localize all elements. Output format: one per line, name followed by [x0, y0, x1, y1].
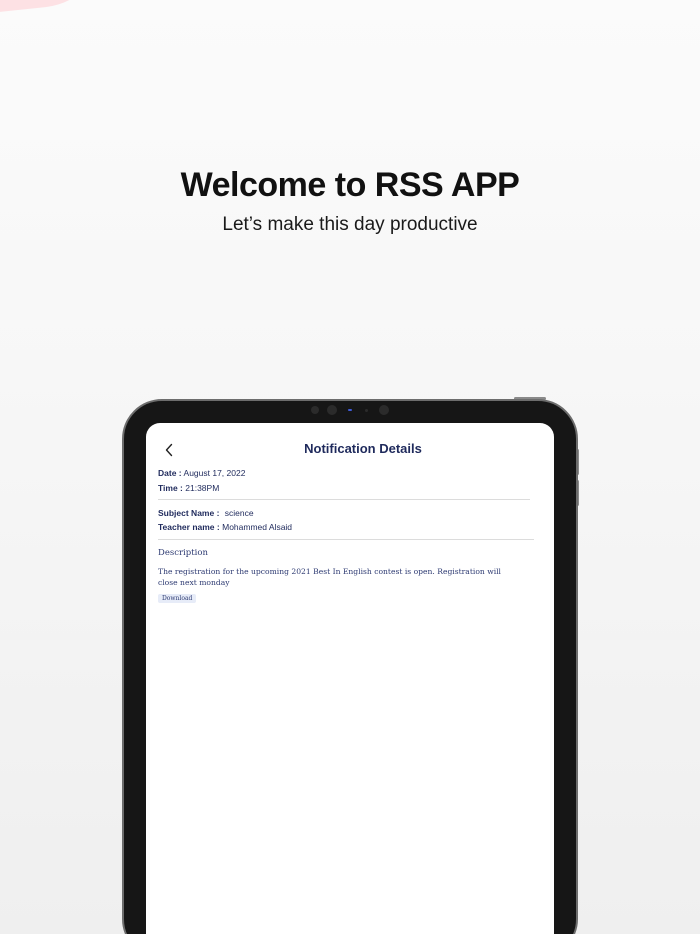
hero-title: Welcome to RSS APP	[180, 166, 520, 204]
time-row: Time : 21:38PM	[158, 483, 219, 493]
time-label: Time :	[158, 483, 183, 493]
time-value: 21:38PM	[185, 483, 220, 493]
sensor-dot	[311, 406, 319, 414]
divider	[158, 499, 530, 500]
teacher-value: Mohammed Alsaid	[222, 522, 293, 532]
corner-accent-shape	[0, 0, 114, 16]
sensor-dot	[365, 409, 368, 412]
description-text: The registration for the upcoming 2021 B…	[158, 567, 501, 587]
camera-icon	[327, 405, 337, 415]
screen-title: Notification Details	[304, 441, 422, 456]
sensor-light-indicator	[348, 409, 352, 411]
teacher-row: Teacher name : Mohammed Alsaid	[158, 522, 292, 532]
teacher-label: Teacher name :	[158, 522, 220, 532]
subject-value: science	[224, 508, 254, 518]
subject-row: Subject Name : science	[158, 508, 254, 518]
date-label: Date :	[158, 468, 182, 478]
hero-subtitle: Let’s make this day productive	[222, 214, 478, 235]
download-button[interactable]: Download	[158, 594, 197, 603]
date-row: Date : August 17, 2022	[158, 468, 245, 478]
description-label: Description	[158, 548, 208, 558]
divider	[158, 539, 534, 540]
subject-label: Subject Name :	[158, 508, 220, 518]
sensor-dot	[379, 405, 389, 415]
app-screen: Notification Details Date : August 17, 2…	[146, 423, 554, 934]
date-value: August 17, 2022	[183, 468, 246, 478]
